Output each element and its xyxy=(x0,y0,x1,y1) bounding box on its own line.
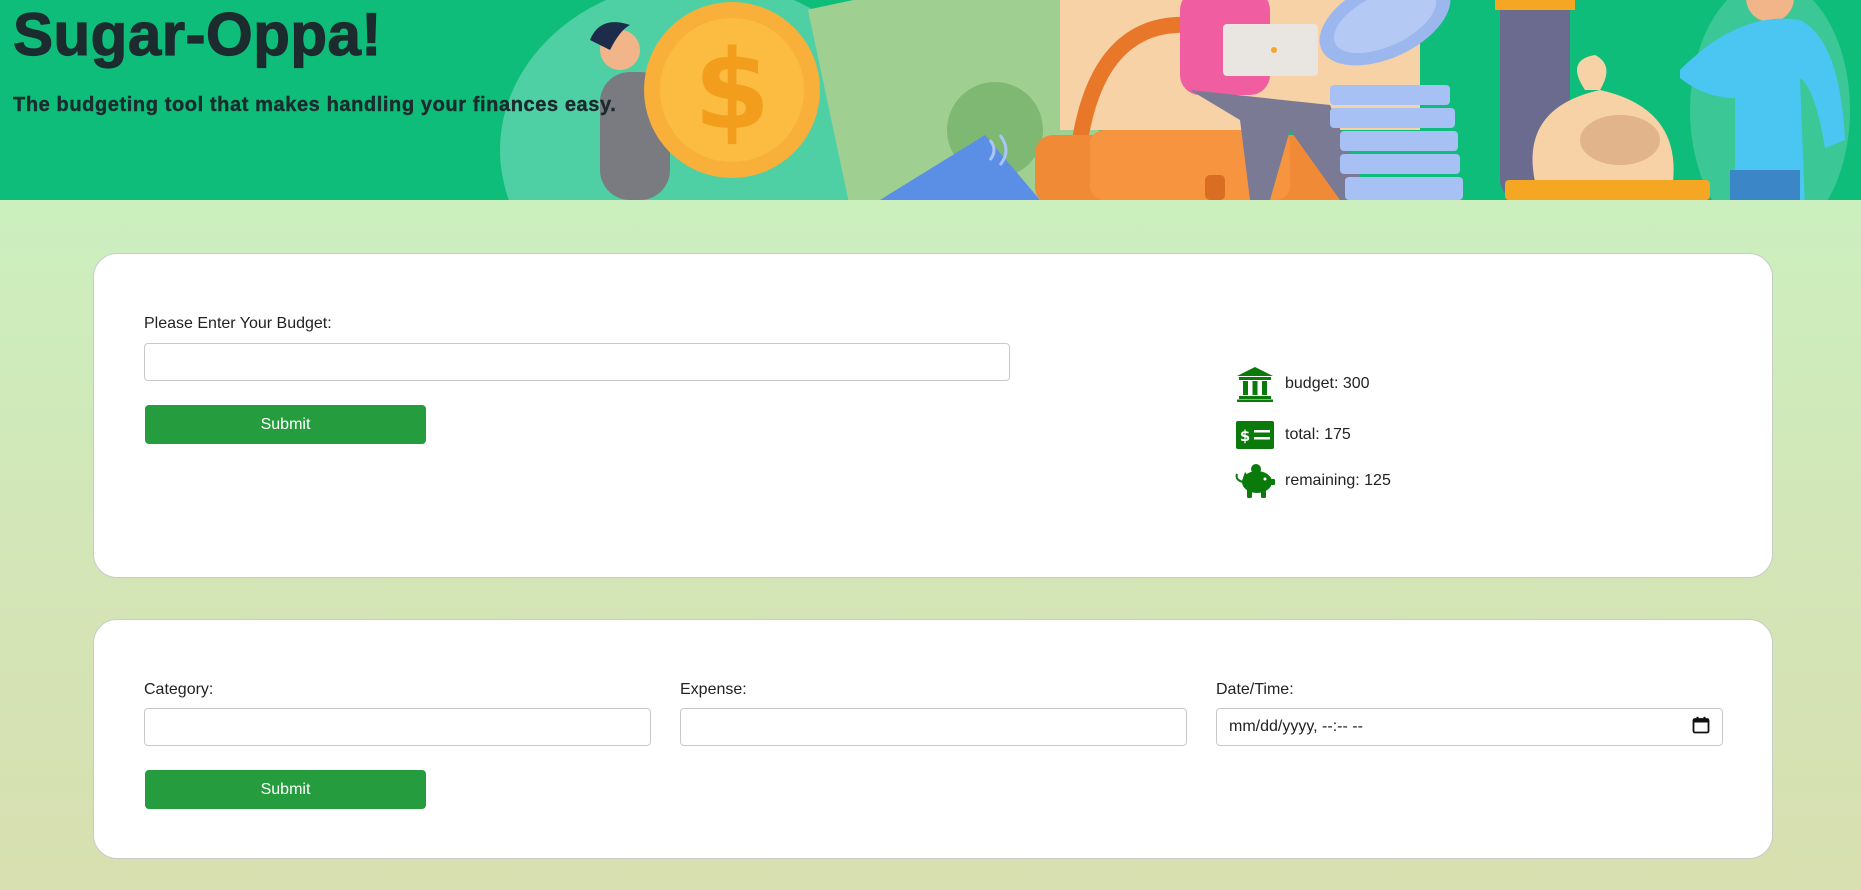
expense-input[interactable] xyxy=(680,708,1187,746)
datetime-input[interactable]: mm/dd/yyyy, --:-- -- xyxy=(1216,708,1723,746)
expense-card: Category: Expense: Date/Time: mm/dd/yyyy… xyxy=(93,619,1773,859)
datetime-placeholder: mm/dd/yyyy, --:-- -- xyxy=(1229,718,1363,735)
piggy-bank-icon xyxy=(1235,462,1275,500)
budget-label: Please Enter Your Budget: xyxy=(144,315,332,332)
total-value-text: total: 175 xyxy=(1285,426,1351,443)
svg-text:$: $ xyxy=(694,26,771,154)
remaining-value-text: remaining: 125 xyxy=(1285,472,1391,489)
summary-budget: budget: 300 xyxy=(1235,365,1370,403)
category-label: Category: xyxy=(144,681,214,698)
budget-value-text: budget: 300 xyxy=(1285,375,1370,392)
datetime-label: Date/Time: xyxy=(1216,681,1294,698)
svg-text:$: $ xyxy=(1240,427,1250,445)
budget-input[interactable] xyxy=(144,343,1010,381)
budget-submit-button[interactable]: Submit xyxy=(145,405,426,444)
bank-icon xyxy=(1235,365,1275,403)
budget-card: Please Enter Your Budget: Submit budget:… xyxy=(93,253,1773,578)
category-input[interactable] xyxy=(144,708,651,746)
money-bill-icon: $ xyxy=(1235,416,1275,454)
app-title: Sugar-Oppa! xyxy=(12,1,382,68)
app-tagline: The budgeting tool that makes handling y… xyxy=(13,94,617,116)
expense-submit-button[interactable]: Submit xyxy=(145,770,426,809)
summary-total: $ total: 175 xyxy=(1235,416,1351,454)
calendar-icon[interactable] xyxy=(1692,716,1710,739)
hero-banner: $ Sugar-Oppa! The budgeting tool that ma… xyxy=(0,0,1861,200)
summary-remaining: remaining: 125 xyxy=(1235,462,1391,500)
expense-label: Expense: xyxy=(680,681,747,698)
